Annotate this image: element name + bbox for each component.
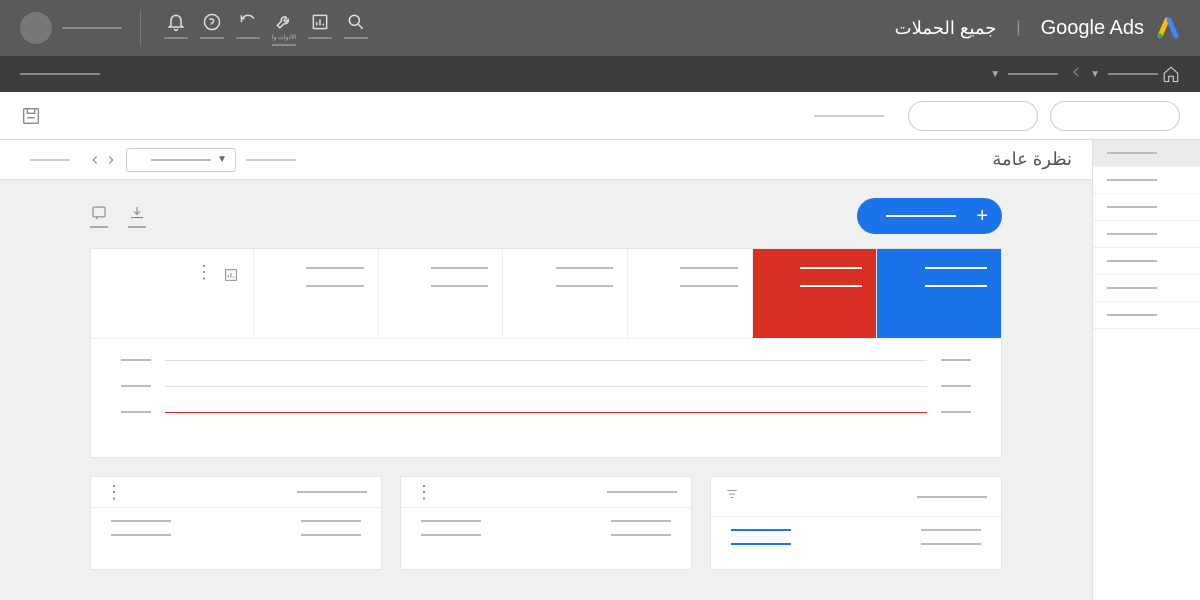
sidebar-item[interactable]: [1093, 140, 1200, 167]
metric-tile[interactable]: [627, 249, 752, 338]
feedback-icon[interactable]: [90, 204, 108, 228]
chevron-right-icon: [104, 153, 118, 167]
tools-icon[interactable]: الأدوات والإعدادات: [267, 10, 301, 46]
plus-icon: +: [976, 205, 988, 228]
sidebar-item[interactable]: [1093, 194, 1200, 221]
breadcrumb-bar: ▼ ▼: [0, 56, 1200, 92]
chart-icon[interactable]: [223, 267, 239, 288]
metric-tile[interactable]: [253, 249, 378, 338]
more-icon[interactable]: ⋮: [195, 267, 213, 277]
brand-label: Google Ads: [1041, 17, 1144, 40]
metric-tile[interactable]: [502, 249, 627, 338]
page-title: نظرة عامة: [992, 149, 1072, 170]
action-row: +: [90, 198, 1002, 234]
filter-pill[interactable]: [1050, 101, 1180, 131]
card-row: [421, 520, 671, 522]
metric-tile[interactable]: [876, 249, 1001, 338]
filter-pill[interactable]: [908, 101, 1038, 131]
card-row: [731, 529, 981, 531]
home-icon[interactable]: [1162, 65, 1180, 83]
card-row: [111, 534, 361, 536]
sidebar-item[interactable]: [1093, 221, 1200, 248]
sub-label: [20, 73, 100, 75]
filter-icon[interactable]: [725, 487, 739, 506]
card-title: [607, 491, 677, 493]
account-label: [62, 27, 122, 29]
campaigns-label[interactable]: جميع الحملات: [895, 18, 997, 39]
more-icon[interactable]: ⋮: [105, 487, 123, 497]
toolbar-label: [814, 115, 884, 117]
download-icon[interactable]: [128, 204, 146, 228]
sidebar-item[interactable]: [1093, 248, 1200, 275]
new-campaign-button[interactable]: +: [857, 198, 1002, 234]
tab-label: [246, 159, 296, 161]
metric-tile[interactable]: [752, 249, 877, 338]
dropdown[interactable]: ▼: [126, 148, 236, 172]
save-icon[interactable]: [20, 105, 42, 127]
chart-gridline: [121, 359, 971, 361]
header-tools: الأدوات والإعدادات: [159, 10, 373, 46]
chart-gridline: [121, 411, 971, 413]
tab-bar: نظرة عامة ▼: [0, 140, 1092, 180]
card-row: [111, 520, 361, 522]
summary-card: ⋮: [400, 476, 692, 570]
divider: |: [1016, 19, 1020, 37]
summary-card: ⋮: [90, 476, 382, 570]
sidebar: [1092, 140, 1200, 600]
card-title: [917, 496, 987, 498]
overview-card: ⋮: [90, 248, 1002, 458]
breadcrumb-item[interactable]: ▼: [990, 69, 1058, 80]
account-area[interactable]: [20, 12, 122, 44]
top-bar: Google Ads | جميع الحملات الأدوات والإعد…: [0, 0, 1200, 56]
tab-label: [30, 159, 70, 161]
search-icon[interactable]: [339, 10, 373, 39]
metric-tile[interactable]: [378, 249, 503, 338]
sidebar-item[interactable]: [1093, 275, 1200, 302]
card-row: [731, 543, 981, 545]
chevron-left-icon: [88, 153, 102, 167]
refresh-icon[interactable]: [231, 10, 265, 39]
chevron-left-icon: [1068, 64, 1084, 85]
google-ads-logo-icon: [1156, 16, 1180, 40]
bell-icon[interactable]: [159, 10, 193, 39]
card-row: [421, 534, 671, 536]
toolbar: [0, 92, 1200, 140]
card-title: [297, 491, 367, 493]
divider: [140, 10, 141, 46]
sidebar-item[interactable]: [1093, 167, 1200, 194]
metric-tile[interactable]: ⋮: [91, 249, 253, 338]
reports-icon[interactable]: [303, 10, 337, 39]
date-nav[interactable]: [88, 153, 118, 167]
summary-card: [710, 476, 1002, 570]
help-icon[interactable]: [195, 10, 229, 39]
avatar[interactable]: [20, 12, 52, 44]
breadcrumb-item[interactable]: ▼: [1090, 69, 1158, 80]
sidebar-item[interactable]: [1093, 302, 1200, 329]
more-icon[interactable]: ⋮: [415, 487, 433, 497]
chart-gridline: [121, 385, 971, 387]
